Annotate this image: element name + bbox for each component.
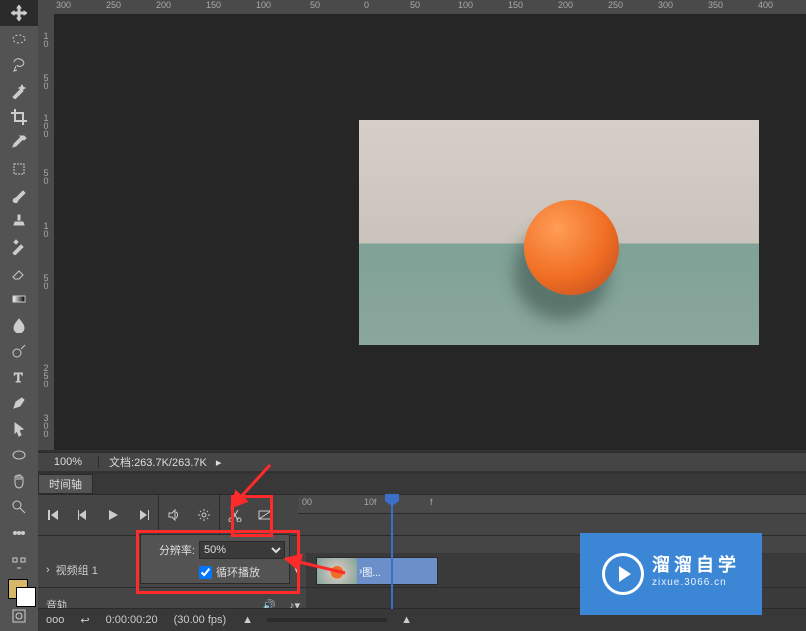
hand-tool[interactable] (0, 468, 38, 494)
orange-ball (524, 200, 619, 295)
time-tick: f (430, 497, 433, 507)
playhead[interactable] (391, 494, 393, 609)
gradient-tool[interactable] (0, 286, 38, 312)
blur-tool[interactable] (0, 312, 38, 338)
frame-menu[interactable]: ooo (38, 614, 72, 626)
move-tool[interactable] (0, 0, 38, 26)
loop-label: 循环播放 (216, 564, 260, 580)
tool-palette: T (0, 0, 38, 631)
more-tool[interactable] (0, 520, 38, 546)
transition-button[interactable] (250, 495, 280, 535)
bottom-tools (0, 551, 38, 631)
play-circle-icon (602, 553, 644, 595)
lasso-tool[interactable] (0, 52, 38, 78)
clone-stamp-tool[interactable] (0, 208, 38, 234)
vtick: 50 (39, 74, 53, 90)
play-button[interactable] (98, 495, 128, 535)
logo-en: zixue.3066.cn (652, 574, 740, 592)
tick: 400 (758, 0, 773, 10)
path-select-tool[interactable] (0, 416, 38, 442)
tick: 250 (106, 0, 121, 10)
tick: 100 (458, 0, 473, 10)
tab-timeline[interactable]: 时间轴 (38, 474, 93, 494)
time-tick: 00 (302, 497, 312, 507)
tick: 0 (364, 0, 369, 10)
timecode[interactable]: 0:00:00:20 (98, 614, 166, 626)
ruler-horizontal: 300 250 200 150 100 50 0 50 100 150 200 … (38, 0, 806, 15)
resolution-label: 分辨率: (145, 542, 195, 558)
history-brush-tool[interactable] (0, 234, 38, 260)
doc-label: 文档: (109, 457, 134, 469)
doc-info: 文档:263.7K/263.7K ▸ (99, 454, 231, 470)
vtick: 50 (39, 274, 53, 290)
convert-icon[interactable]: ↩ (72, 614, 97, 627)
vtick: 250 (39, 364, 53, 388)
clip-thumbnail (317, 558, 357, 584)
dodge-tool[interactable] (0, 338, 38, 364)
chevron-right-icon: › (46, 564, 50, 576)
tick: 250 (608, 0, 623, 10)
type-tool[interactable]: T (0, 364, 38, 390)
time-ruler[interactable]: 00 10f f (298, 495, 806, 514)
svg-text:T: T (14, 371, 23, 385)
vtick: 50 (39, 169, 53, 185)
zoom-out-icon[interactable]: ▲ (234, 614, 261, 626)
zoom-slider[interactable] (267, 618, 387, 622)
tick: 300 (658, 0, 673, 10)
edit-toolbar-icon[interactable] (0, 551, 38, 577)
vtick: 10 (39, 32, 53, 48)
patch-tool[interactable] (0, 156, 38, 182)
vtick: 300 (39, 414, 53, 438)
zoom-in-icon[interactable]: ▲ (393, 614, 420, 626)
fps: (30.00 fps) (166, 614, 235, 626)
track-menu-icon[interactable]: ▾ (294, 564, 300, 577)
ruler-vertical: 10 50 100 50 10 50 250 300 (38, 14, 55, 450)
eyedropper-tool[interactable] (0, 130, 38, 156)
doc-size: 263.7K/263.7K (134, 457, 207, 469)
split-button[interactable] (220, 495, 250, 535)
tick: 200 (558, 0, 573, 10)
loop-row: 循环播放 (145, 561, 285, 583)
video-clip[interactable]: › 图... (316, 557, 438, 585)
playback-settings-popup: 分辨率: 50% 循环播放 (140, 534, 290, 584)
settings-button[interactable] (189, 495, 219, 535)
tick: 200 (156, 0, 171, 10)
time-tick: 10f (364, 497, 377, 507)
go-to-first-frame-button[interactable] (38, 495, 68, 535)
zoom-level[interactable]: 100% (38, 456, 99, 468)
canvas[interactable] (54, 14, 806, 450)
clip-label: 图... (362, 564, 380, 579)
vtick: 100 (39, 114, 53, 138)
ellipse-shape-tool[interactable] (0, 442, 38, 468)
panel-tabs: 时间轴 (38, 474, 806, 494)
resolution-select[interactable]: 50% (199, 541, 285, 559)
zoom-tool[interactable] (0, 494, 38, 520)
document-image (359, 120, 759, 345)
tick: 50 (310, 0, 320, 10)
next-frame-button[interactable] (128, 495, 158, 535)
tick: 300 (56, 0, 71, 10)
magic-wand-tool[interactable] (0, 78, 38, 104)
video-group-label: 视频组 1 (56, 562, 98, 578)
brush-tool[interactable] (0, 182, 38, 208)
loop-checkbox[interactable] (199, 566, 212, 579)
crop-tool[interactable] (0, 104, 38, 130)
tick: 100 (256, 0, 271, 10)
chevron-right-icon[interactable]: ▸ (216, 457, 222, 469)
eraser-tool[interactable] (0, 260, 38, 286)
watermark-logo: 溜溜自学 zixue.3066.cn (580, 533, 762, 615)
mute-button[interactable] (159, 495, 189, 535)
tick: 350 (708, 0, 723, 10)
tick: 150 (206, 0, 221, 10)
pen-tool[interactable] (0, 390, 38, 416)
status-bar: 100% 文档:263.7K/263.7K ▸ (38, 452, 806, 471)
prev-frame-button[interactable] (68, 495, 98, 535)
logo-cn: 溜溜自学 (652, 556, 740, 574)
tick: 150 (508, 0, 523, 10)
tick: 50 (410, 0, 420, 10)
ellipse-marquee-tool[interactable] (0, 26, 38, 52)
vtick: 10 (39, 222, 53, 238)
resolution-row: 分辨率: 50% (145, 539, 285, 561)
color-swatches[interactable] (0, 577, 38, 603)
